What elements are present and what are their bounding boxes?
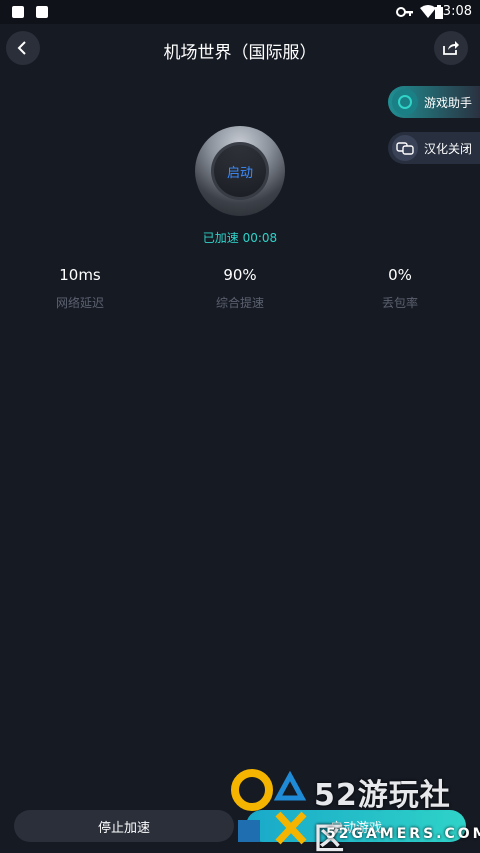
translation-toggle-button[interactable]: 汉化关闭 (388, 132, 480, 164)
watermark-subtext: 52GAMERS.COM (326, 826, 480, 842)
stat-label: 综合提速 (215, 296, 264, 310)
stat-value: 0% (388, 266, 412, 284)
stat-latency: 10ms 网络延迟 (20, 266, 140, 311)
notification-icon (36, 6, 48, 18)
watermark-logo (231, 769, 307, 845)
stop-acceleration-label: 停止加速 (97, 820, 150, 836)
assistant-ring-icon (392, 89, 418, 115)
acceleration-status: 已加速 00:08 (202, 231, 278, 245)
translate-icon (392, 135, 418, 161)
stat-label: 网络延迟 (55, 296, 104, 310)
page-title: 机场世界（国际服） (163, 43, 317, 63)
stat-value: 10ms (59, 266, 101, 284)
chevron-left-icon (17, 41, 26, 55)
share-button[interactable] (434, 31, 468, 65)
launch-ring[interactable]: 启动 (211, 142, 269, 200)
translation-toggle-label: 汉化关闭 (424, 141, 473, 156)
stat-label: 丢包率 (381, 296, 418, 310)
back-button[interactable] (6, 31, 40, 65)
vpn-key-icon (396, 7, 413, 17)
stop-acceleration-button[interactable]: 停止加速 (14, 810, 234, 842)
stat-packet-loss: 0% 丢包率 (340, 266, 460, 311)
stat-value: 90% (223, 266, 257, 284)
share-icon (443, 41, 459, 55)
clock: 3:08 (442, 4, 472, 19)
game-cover[interactable]: 启动 (195, 126, 285, 216)
stat-speedup: 90% 综合提速 (180, 266, 300, 311)
notification-icon (12, 6, 24, 18)
game-assistant-label: 游戏助手 (424, 95, 473, 110)
game-assistant-button[interactable]: 游戏助手 (388, 86, 480, 118)
status-bar: 3:08 (0, 0, 480, 24)
launch-label: 启动 (226, 165, 253, 181)
